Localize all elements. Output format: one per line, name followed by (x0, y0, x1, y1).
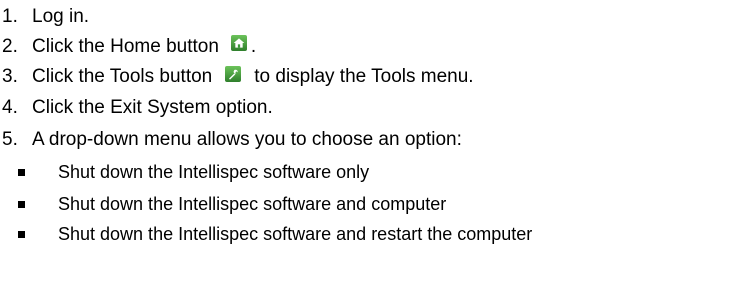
step-3: 3. Click the Tools button to display the… (0, 62, 474, 92)
step-5: 5. A drop-down menu allows you to choose… (0, 125, 462, 155)
instructions-document: 1. Log in. 2. Click the Home button . 3.… (0, 0, 737, 305)
step-text: Click the Home button (32, 36, 219, 57)
step-text-after: to display the Tools menu. (254, 66, 474, 87)
home-icon (227, 31, 251, 55)
step-number: 2. (2, 36, 18, 57)
step-text: Log in. (32, 6, 90, 27)
step-text-after: . (250, 36, 257, 57)
step-text: A drop-down menu allows you to choose an… (32, 129, 462, 150)
bullet-icon (18, 230, 25, 238)
step-number: 4. (2, 97, 18, 118)
step-1: 1. Log in. (0, 2, 89, 32)
step-number: 1. (2, 6, 18, 27)
step-4: 4. Click the Exit System option. (0, 93, 273, 123)
wrench-icon (221, 62, 245, 86)
option-item: Shut down the Intellispec software and r… (0, 219, 532, 249)
step-2: 2. Click the Home button . (0, 32, 256, 62)
step-text: Click the Tools button (32, 66, 213, 87)
option-text: Shut down the Intellispec software only (58, 162, 370, 182)
option-text: Shut down the Intellispec software and c… (58, 194, 447, 214)
step-text: Click the Exit System option. (32, 97, 273, 118)
bullet-icon (18, 168, 25, 176)
step-number: 3. (2, 66, 18, 87)
step-number: 5. (2, 129, 18, 150)
option-item: Shut down the Intellispec software and c… (0, 189, 446, 219)
option-item: Shut down the Intellispec software only (0, 157, 369, 187)
bullet-icon (18, 200, 25, 208)
option-text: Shut down the Intellispec software and r… (58, 224, 533, 244)
wrench-icon-graphic (225, 66, 242, 82)
home-icon-graphic (230, 35, 247, 51)
